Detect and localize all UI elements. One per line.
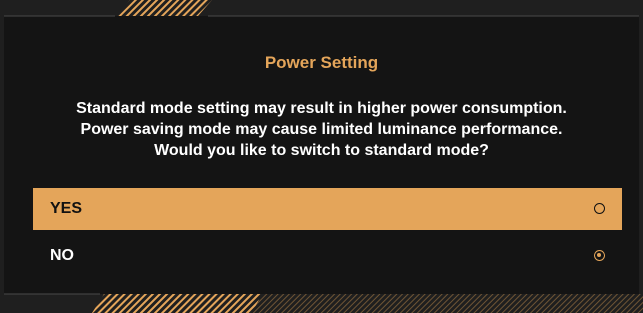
radio-filled-icon[interactable] xyxy=(594,250,605,261)
radio-dot xyxy=(597,253,601,257)
message-line: Would you like to switch to standard mod… xyxy=(154,142,489,159)
dialog-message: Standard mode setting may result in high… xyxy=(20,98,623,161)
dialog-title: Power Setting xyxy=(264,53,379,72)
radio-empty-icon[interactable] xyxy=(594,203,605,214)
osd-dialog: Power Setting Standard mode setting may … xyxy=(0,0,643,313)
yes-option-label: YES xyxy=(50,200,83,217)
no-option[interactable]: NO xyxy=(33,235,622,277)
yes-option[interactable]: YES xyxy=(33,188,622,230)
top-stripe-decoration xyxy=(116,0,212,16)
no-option-label: NO xyxy=(50,247,74,264)
message-line: Power saving mode may cause limited lumi… xyxy=(80,121,563,138)
bottom-stripe-dim-decoration xyxy=(252,294,643,313)
bottom-stripe-decoration xyxy=(92,294,262,313)
message-line: Standard mode setting may result in high… xyxy=(76,100,567,117)
